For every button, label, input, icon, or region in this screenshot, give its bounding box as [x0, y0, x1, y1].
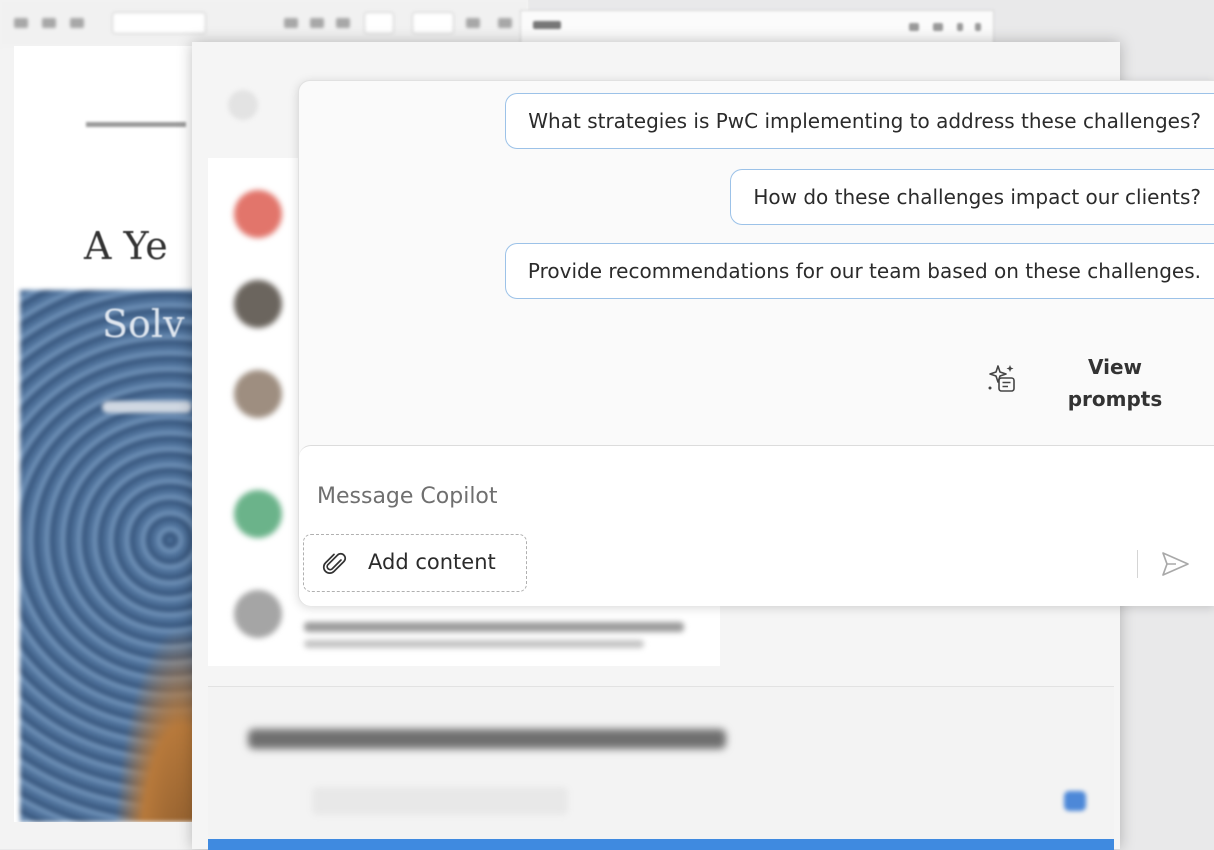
avatar — [234, 280, 282, 328]
attachment-send-icon[interactable] — [1064, 791, 1086, 811]
toolbar-icon — [14, 18, 28, 28]
suggestion-chip-strategies[interactable]: What strategies is PwC implementing to a… — [505, 93, 1214, 149]
avatar — [234, 190, 282, 238]
attachment-card — [208, 686, 1114, 850]
popup-icon — [933, 23, 943, 31]
document-page: A Ye Solv — [14, 46, 196, 822]
toolbar-icon — [336, 18, 350, 28]
compose-divider — [1137, 550, 1138, 578]
message-input[interactable] — [317, 476, 1017, 516]
avatar — [234, 370, 282, 418]
popup-icon — [957, 23, 963, 31]
suggestion-chip-recommendations[interactable]: Provide recommendations for our team bas… — [504, 243, 1214, 299]
document-toolbar — [0, 0, 528, 46]
toolbar-icon — [310, 18, 324, 28]
toolbar-icon — [42, 18, 56, 28]
document-url-text — [86, 122, 186, 127]
attachment-file-pill[interactable] — [312, 787, 568, 815]
toolbar-icon — [284, 18, 298, 28]
list-item-text — [304, 622, 684, 632]
add-content-button[interactable]: Add content — [303, 534, 527, 592]
sparkle-prompts-icon — [988, 365, 1015, 392]
search-popup-text — [533, 21, 561, 29]
popup-icon — [975, 23, 981, 31]
suggestion-chip-client-impact[interactable]: How do these challenges impact our clien… — [730, 169, 1214, 225]
view-prompts-button[interactable]: View prompts — [985, 343, 1195, 423]
toolbar-icon — [498, 18, 512, 28]
document-cover-image — [20, 290, 196, 822]
copilot-panel: What strategies is PwC implementing to a… — [298, 80, 1214, 606]
add-content-label: Add content — [368, 550, 496, 574]
view-prompts-label: View prompts — [1055, 351, 1175, 415]
back-button[interactable] — [228, 90, 258, 120]
document-author-text — [102, 401, 192, 413]
document-subtitle-fragment: Solv — [102, 302, 185, 346]
popup-icon — [909, 23, 919, 31]
toolbar-field — [412, 12, 454, 34]
list-item-text — [304, 640, 644, 648]
toolbar-field — [364, 12, 394, 34]
attachment-accent-bar — [208, 839, 1114, 850]
compose-box: Add content — [299, 445, 1214, 606]
document-title-fragment: A Ye — [84, 224, 168, 268]
toolbar-field — [112, 12, 206, 34]
avatar — [234, 590, 282, 638]
view-prompts-label-line1: View — [1087, 355, 1143, 379]
view-prompts-label-line2: prompts — [1067, 387, 1163, 411]
paperclip-icon — [322, 552, 347, 574]
toolbar-icon — [466, 18, 480, 28]
send-icon[interactable] — [1159, 550, 1191, 578]
search-popup — [520, 10, 994, 46]
attachment-title — [248, 729, 726, 749]
avatar — [234, 490, 282, 538]
toolbar-icon — [70, 18, 84, 28]
